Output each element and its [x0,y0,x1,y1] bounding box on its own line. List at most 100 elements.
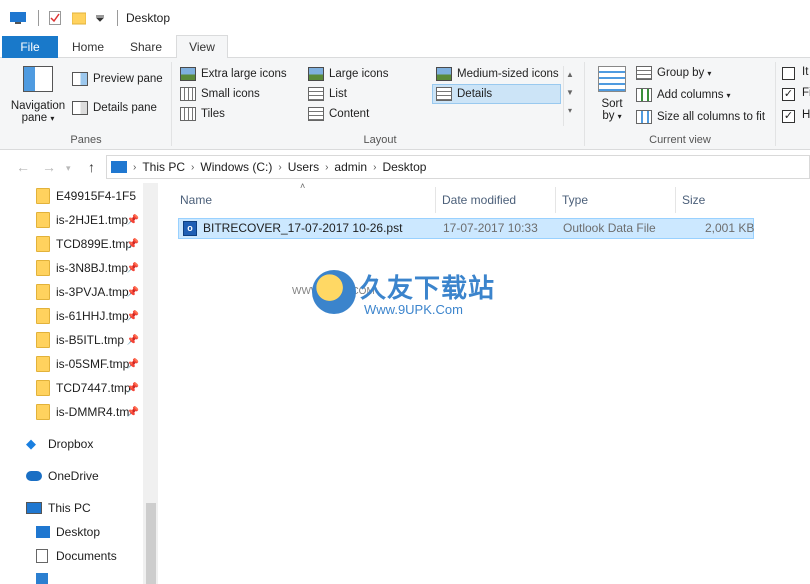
layout-scroll[interactable]: ▲ ▼ ▾ [563,66,576,126]
pin-icon[interactable]: 📌 [127,335,139,346]
group-by-label: Group by [657,67,705,79]
content-icon [308,107,324,121]
recent-locations-icon[interactable]: ▾ [66,163,71,174]
back-arrow-icon[interactable]: ← [16,159,30,175]
computer-icon[interactable] [10,11,26,25]
breadcrumb-users[interactable]: Users [288,160,319,174]
address-bar[interactable]: › This PC › Windows (C:) › Users › admin… [106,155,810,179]
nav-item-this-pc[interactable]: This PC [0,497,143,519]
nav-item-quick-access[interactable]: is-3N8BJ.tmp 📌 [0,257,143,279]
file-extensions-checkbox[interactable]: ✓ [782,88,795,101]
nav-item-quick-access[interactable]: is-05SMF.tmp 📌 [0,353,143,375]
folder-icon [36,332,50,348]
folder-icon [36,188,50,204]
nav-item-quick-access[interactable]: is-3PVJA.tmp 📌 [0,281,143,303]
medium-icons-icon [436,67,452,81]
layout-medium-icons[interactable]: Medium-sized icons [436,67,559,81]
nav-scrollbar-thumb[interactable] [146,503,156,584]
chevron-right-icon[interactable]: › [133,162,136,173]
chevron-right-icon[interactable]: › [325,162,328,173]
nav-item-quick-access[interactable]: is-B5ITL.tmp 📌 [0,329,143,351]
nav-item-quick-access[interactable]: is-DMMR4.tm 📌 [0,401,143,423]
scroll-down-icon[interactable]: ▼ [564,84,576,102]
item-checkboxes-checkbox[interactable] [782,67,795,80]
pin-icon[interactable]: 📌 [127,215,139,226]
navigation-pane-button[interactable]: Navigation pane ▾ [8,66,68,130]
watermark: WWW.9UPK.COM 久友下载站 Www.9UPK.Com [292,258,512,328]
new-folder-icon[interactable] [71,11,87,25]
breadcrumb-this-pc[interactable]: This PC [142,160,185,174]
nav-item-documents[interactable]: Documents [0,545,143,567]
size-all-columns-button[interactable]: Size all columns to fit [636,110,765,124]
chevron-right-icon[interactable]: › [278,162,281,173]
pin-icon[interactable]: 📌 [127,287,139,298]
layout-item-label: Tiles [201,108,225,120]
tab-home[interactable]: Home [62,36,114,58]
group-label-layout: Layout [363,134,397,146]
nav-item-quick-access[interactable]: is-2HJE1.tmp 📌 [0,209,143,231]
pin-icon[interactable]: 📌 [127,407,139,418]
nav-item-quick-access[interactable]: is-61HHJ.tmp 📌 [0,305,143,327]
group-by-button[interactable]: Group by ▾ [636,66,711,80]
tab-file[interactable]: File [2,36,58,58]
layout-details[interactable]: Details [432,84,561,104]
file-name: BITRECOVER_17-07-2017 10-26.pst [203,221,403,235]
breadcrumb-admin[interactable]: admin [334,160,367,174]
expand-icon[interactable]: ▾ [564,102,576,120]
nav-item-quick-access[interactable]: E49915F4-1F5 [0,185,143,207]
properties-icon[interactable] [47,11,63,25]
nav-item-onedrive[interactable]: OneDrive [0,465,143,487]
breadcrumb-desktop[interactable]: Desktop [382,160,426,174]
pin-icon[interactable]: 📌 [127,263,139,274]
nav-item-label: Desktop [56,525,101,539]
preview-pane-button[interactable]: Preview pane [72,72,163,86]
up-arrow-icon[interactable]: ↑ [88,159,95,175]
breadcrumb-windows-c[interactable]: Windows (C:) [200,160,272,174]
tiles-icon [180,107,196,121]
layout-small-icons[interactable]: Small icons [180,87,260,101]
layout-item-label: Details [457,88,493,100]
nav-item-label: is-B5ITL.tmp [56,333,125,347]
pin-icon[interactable]: 📌 [127,311,139,322]
forward-arrow-icon[interactable]: → [42,159,56,175]
tab-view[interactable]: View [176,35,228,58]
nav-item-quick-access[interactable]: TCD7447.tmp 📌 [0,377,143,399]
nav-item-desktop[interactable]: Desktop [0,521,143,543]
computer-icon [26,502,42,514]
customize-toolbar-icon[interactable] [95,11,105,25]
hidden-items-checkbox[interactable]: ✓ [782,110,795,123]
scroll-up-icon[interactable]: ▲ [564,66,576,84]
large-icons-icon [308,67,324,81]
navigation-pane: E49915F4-1F5 is-2HJE1.tmp 📌 TCD899E.tmp 📌 … [0,183,158,584]
layout-tiles[interactable]: Tiles [180,107,225,121]
nav-item-downloads[interactable] [0,569,143,584]
sort-label: Sort [601,98,623,110]
column-header-type[interactable]: Type [556,187,676,213]
folder-icon [36,212,50,228]
layout-content[interactable]: Content [308,107,369,121]
title-bar: Desktop [0,0,810,36]
details-pane-button[interactable]: Details pane [72,101,157,115]
column-header-size[interactable]: Size [676,187,754,213]
nav-item-dropbox[interactable]: ◆ Dropbox [0,433,143,455]
chevron-down-icon: ▾ [50,114,55,123]
layout-large-icons[interactable]: Large icons [308,67,388,81]
chevron-down-icon: ▾ [726,90,731,100]
layout-extra-large-icons[interactable]: Extra large icons [180,67,287,81]
nav-item-label: is-05SMF.tmp [56,357,130,371]
pin-icon[interactable]: 📌 [127,383,139,394]
layout-list[interactable]: List [308,87,347,101]
sort-by-button[interactable]: Sort by ▾ [594,66,630,132]
pin-icon[interactable]: 📌 [127,359,139,370]
tab-share[interactable]: Share [120,36,172,58]
add-columns-button[interactable]: Add columns ▾ [636,88,731,102]
column-header-name[interactable]: Name [174,187,436,213]
desktop-icon [36,526,50,538]
column-header-date-modified[interactable]: Date modified [436,187,556,213]
size-all-columns-label: Size all columns to fit [657,111,766,123]
table-row[interactable]: o BITRECOVER_17-07-2017 10-26.pst 17-07-… [178,218,754,239]
chevron-right-icon[interactable]: › [191,162,194,173]
chevron-right-icon[interactable]: › [373,162,376,173]
pin-icon[interactable]: 📌 [127,239,139,250]
nav-item-quick-access[interactable]: TCD899E.tmp 📌 [0,233,143,255]
